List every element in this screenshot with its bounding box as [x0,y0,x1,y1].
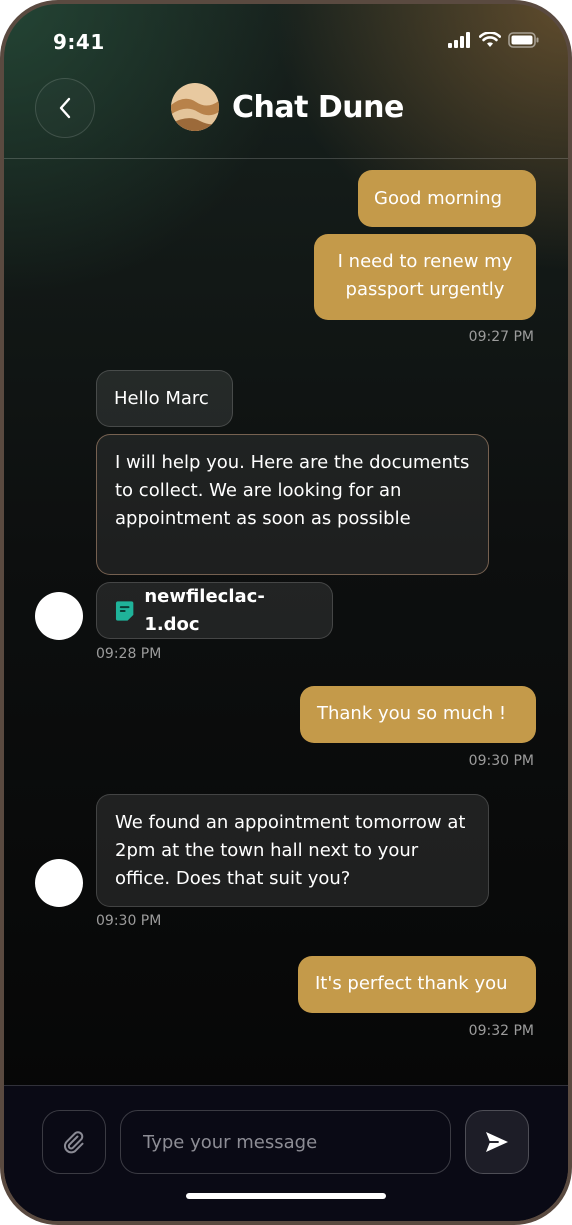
message-bubble-incoming: Hello Marc [96,370,233,427]
message-bubble-incoming: We found an appointment tomorrow at 2pm … [96,794,489,907]
message-bubble-outgoing: I need to renew my passport urgently [314,234,536,320]
battery-icon [508,32,539,48]
signal-icon [448,32,470,48]
document-icon [115,600,134,621]
phone-frame: 9:41 Chat Dune Good morning I need to re… [0,0,572,1225]
message-bubble-outgoing: Good morning [358,170,536,227]
message-timestamp: 09:28 PM [96,646,162,662]
back-button[interactable] [35,78,95,138]
home-indicator [186,1193,386,1199]
chat-header: Chat Dune [4,74,568,159]
message-timestamp: 09:27 PM [468,329,534,345]
status-bar: 9:41 [4,4,568,74]
wifi-icon [479,32,501,47]
brand: Chat Dune [170,82,404,132]
message-bubble-incoming: I will help you. Here are the documents … [96,434,489,575]
dune-logo-icon [171,83,219,131]
file-attachment[interactable]: newfileclac-1.doc [96,582,333,639]
status-icons [448,32,540,48]
attach-button[interactable] [42,1110,106,1174]
message-timestamp: 09:32 PM [468,1023,534,1039]
send-button[interactable] [465,1110,529,1174]
send-icon [486,1132,508,1152]
status-time: 9:41 [53,30,105,54]
paperclip-icon [64,1131,84,1154]
chevron-left-icon [59,97,71,119]
agent-avatar [35,859,83,907]
screen: 9:41 Chat Dune Good morning I need to re… [4,4,568,1221]
app-title: Chat Dune [232,89,404,125]
message-timestamp: 09:30 PM [96,913,162,929]
message-bubble-outgoing: Thank you so much ! [300,686,536,743]
message-timestamp: 09:30 PM [468,753,534,769]
message-composer [4,1085,568,1221]
message-input[interactable] [120,1110,451,1174]
file-name: newfileclac-1.doc [144,585,265,635]
message-bubble-outgoing: It's perfect thank you [298,956,536,1013]
agent-avatar [35,592,83,640]
